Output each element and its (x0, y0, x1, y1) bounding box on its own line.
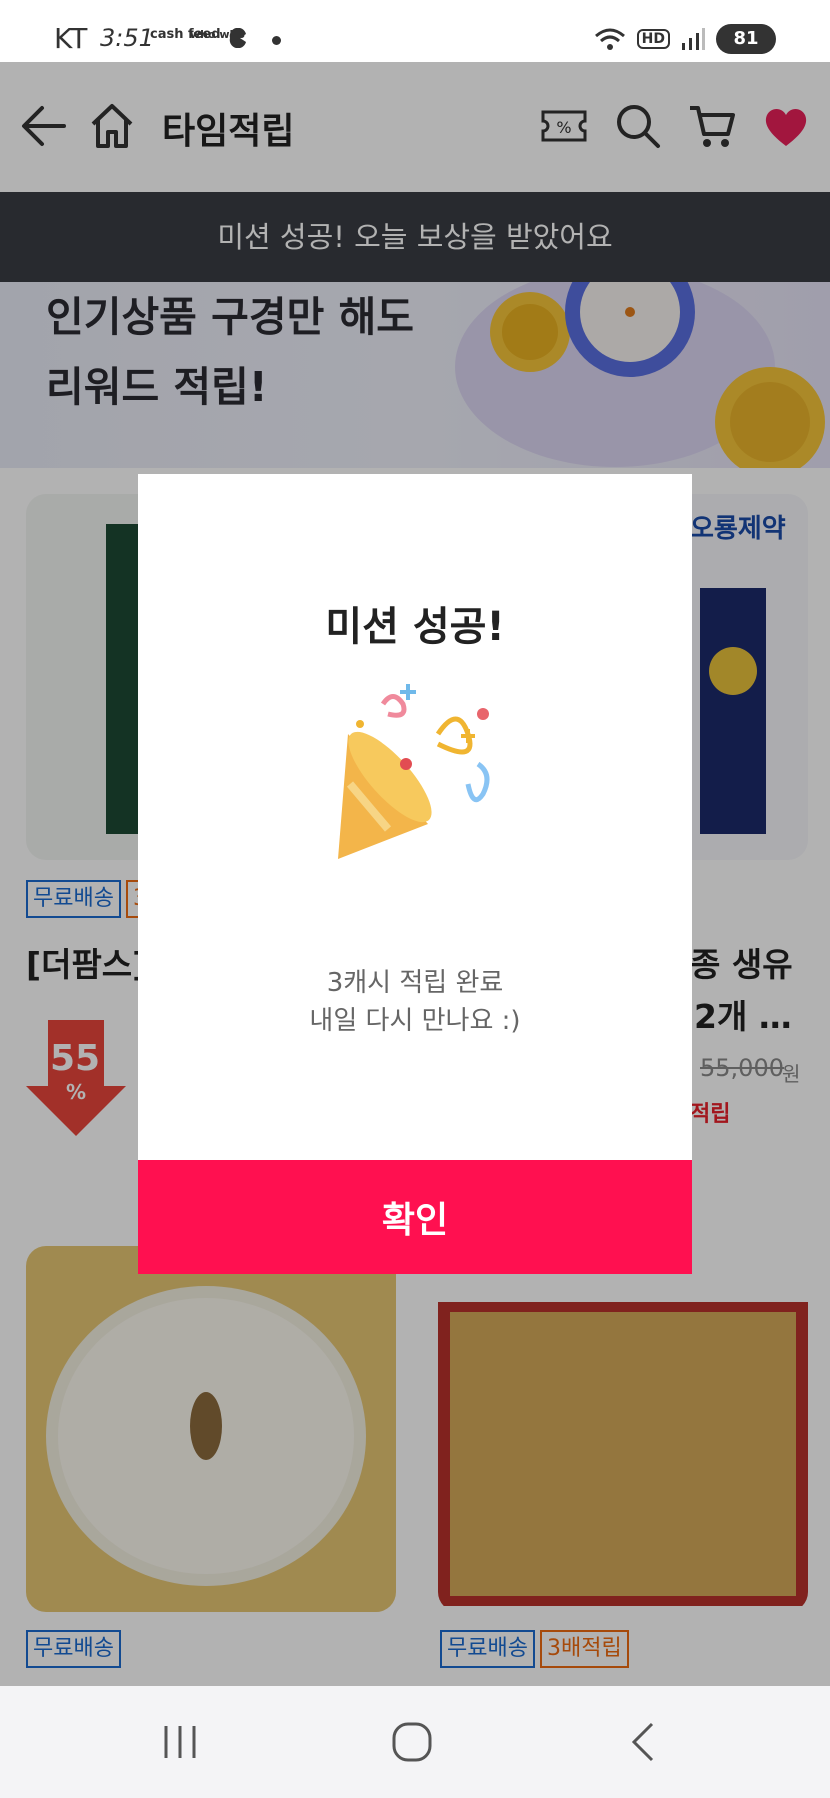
dialog-message-line-1: 3캐시 적립 완료 (326, 968, 504, 998)
party-popper-icon (338, 684, 490, 859)
dialog-title: 미션 성공! (325, 604, 505, 650)
hd-icon: HD (636, 29, 670, 49)
mission-success-dialog: 미션 성공! 3캐시 적립 완료 내일 다시 만나요 :) 확인 (138, 474, 692, 1274)
back-nav-icon[interactable] (628, 1720, 660, 1764)
home-nav-icon[interactable] (390, 1720, 434, 1764)
status-icons: HD 81 (593, 22, 776, 56)
system-navigation-bar (0, 1686, 830, 1798)
signal-icon (682, 28, 705, 50)
notification-dot-icon (272, 36, 281, 45)
toss-notification-icon (229, 28, 246, 48)
battery-icon: 81 (716, 24, 776, 54)
dialog-message: 3캐시 적립 완료 내일 다시 만나요 :) (138, 964, 692, 1040)
recent-apps-icon[interactable] (160, 1722, 200, 1762)
clock: 3:51 (100, 24, 154, 52)
dialog-message-line-2: 내일 다시 만나요 :) (309, 1006, 521, 1036)
status-bar: KT 3:51 cash feed who who HD 81 (0, 0, 830, 62)
carrier-label: KT (54, 22, 88, 55)
confirm-button[interactable]: 확인 (138, 1160, 692, 1274)
wifi-icon (594, 28, 625, 50)
